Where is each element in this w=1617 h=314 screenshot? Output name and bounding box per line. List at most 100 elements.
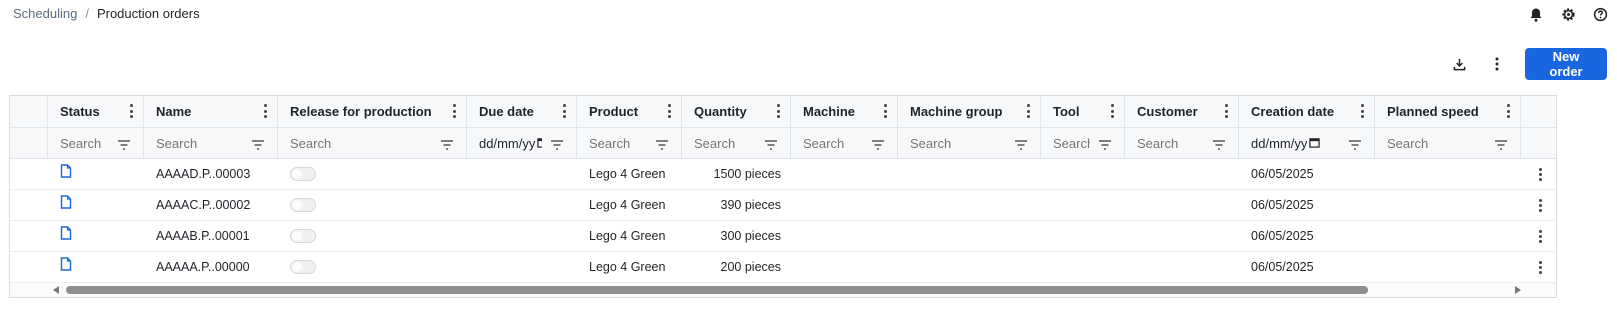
cell-customer — [1125, 159, 1239, 189]
cell-planned-speed — [1375, 159, 1521, 189]
table-row[interactable]: AAAAD.P..00003 Lego 4 Green 1500 pieces 06/… — [10, 159, 1556, 190]
cell-quantity: 1500 pieces — [682, 159, 791, 189]
horizontal-scrollbar[interactable] — [10, 283, 1556, 297]
filter-input-name[interactable] — [156, 135, 243, 151]
more-options-icon[interactable] — [1487, 54, 1507, 74]
filter-icon[interactable] — [117, 138, 131, 150]
filter-input-release-for-production[interactable] — [290, 135, 432, 151]
date-filter-due-date[interactable]: dd/mm/yy — [479, 136, 542, 151]
column-header-creation-date[interactable]: Creation date — [1239, 96, 1375, 127]
row-menu-icon[interactable] — [1522, 159, 1556, 189]
column-menu-icon[interactable] — [1026, 104, 1030, 118]
column-menu-icon[interactable] — [1110, 104, 1114, 118]
filter-icon[interactable] — [764, 138, 778, 150]
gear-icon[interactable] — [1559, 5, 1577, 23]
document-icon[interactable] — [60, 257, 72, 274]
release-toggle[interactable] — [290, 198, 316, 212]
column-header-release-for-production[interactable]: Release for production — [278, 96, 467, 127]
cell-planned-speed — [1375, 221, 1521, 251]
filter-input-status[interactable] — [60, 135, 109, 151]
cell-text: Lego 4 Green — [589, 198, 666, 212]
scroll-left-arrow-icon[interactable] — [53, 286, 59, 294]
column-header-machine-group[interactable]: Machine group — [898, 96, 1041, 127]
filter-input-planned-speed[interactable] — [1387, 135, 1486, 151]
breadcrumb-scheduling-link[interactable]: Scheduling — [13, 6, 77, 21]
cell-text: Lego 4 Green — [589, 260, 666, 274]
row-menu-icon[interactable] — [1522, 221, 1556, 251]
column-header-label: Machine — [803, 104, 856, 119]
calendar-icon[interactable] — [537, 136, 542, 151]
date-filter-creation-date[interactable]: dd/mm/yy — [1251, 136, 1340, 151]
help-icon[interactable] — [1591, 5, 1609, 23]
filter-icon[interactable] — [550, 138, 564, 150]
new-order-button[interactable]: New order — [1525, 48, 1607, 80]
cell-product: Lego 4 Green — [577, 159, 682, 189]
filter-input-machine[interactable] — [803, 135, 863, 151]
column-header-planned-speed[interactable]: Planned speed — [1375, 96, 1521, 127]
cell-name: AAAAB.P..00001 — [144, 221, 278, 251]
bell-icon[interactable] — [1527, 5, 1545, 23]
release-toggle[interactable] — [290, 229, 316, 243]
column-menu-icon[interactable] — [263, 104, 267, 118]
filter-input-quantity[interactable] — [694, 135, 756, 151]
column-header-label: Status — [60, 104, 100, 119]
column-menu-icon[interactable] — [562, 104, 566, 118]
filter-input-customer[interactable] — [1137, 135, 1204, 151]
column-header-label: Release for production — [290, 104, 432, 119]
download-icon[interactable] — [1449, 54, 1469, 74]
column-menu-icon[interactable] — [883, 104, 887, 118]
row-select-cell — [10, 190, 48, 220]
cell-product: Lego 4 Green — [577, 221, 682, 251]
filter-icon[interactable] — [1014, 138, 1028, 150]
filter-input-product[interactable] — [589, 135, 647, 151]
column-header-due-date[interactable]: Due date — [467, 96, 577, 127]
document-icon[interactable] — [60, 195, 72, 212]
table-row[interactable]: AAAAB.P..00001 Lego 4 Green 300 pieces 06/0… — [10, 221, 1556, 252]
column-menu-icon[interactable] — [129, 104, 133, 118]
cell-machine-group — [898, 221, 1041, 251]
filter-input-machine-group[interactable] — [910, 135, 1006, 151]
document-icon[interactable] — [60, 164, 72, 181]
document-icon[interactable] — [60, 226, 72, 243]
date-filter-placeholder: dd/mm/yy — [479, 135, 536, 151]
calendar-icon[interactable] — [1309, 136, 1321, 151]
column-header-status[interactable]: Status — [48, 96, 144, 127]
column-menu-icon[interactable] — [1506, 104, 1510, 118]
release-toggle[interactable] — [290, 167, 316, 181]
filter-input-tool[interactable] — [1053, 135, 1090, 151]
filter-icon[interactable] — [1494, 138, 1508, 150]
breadcrumb: Scheduling / Production orders — [13, 6, 200, 21]
column-menu-icon[interactable] — [452, 104, 456, 118]
scroll-right-arrow-icon[interactable] — [1515, 286, 1521, 294]
filter-icon[interactable] — [871, 138, 885, 150]
release-toggle[interactable] — [290, 260, 316, 274]
cell-customer — [1125, 252, 1239, 282]
filter-icon[interactable] — [251, 138, 265, 150]
cell-creation-date: 06/05/2025 — [1239, 252, 1375, 282]
row-menu-icon[interactable] — [1522, 190, 1556, 220]
column-header-machine[interactable]: Machine — [791, 96, 898, 127]
column-menu-icon[interactable] — [776, 104, 780, 118]
column-menu-icon[interactable] — [1360, 104, 1364, 118]
filter-icon[interactable] — [1098, 138, 1112, 150]
cell-machine — [791, 190, 898, 220]
column-menu-icon[interactable] — [1224, 104, 1228, 118]
row-menu-icon[interactable] — [1522, 252, 1556, 282]
column-header-customer[interactable]: Customer — [1125, 96, 1239, 127]
column-header-product[interactable]: Product — [577, 96, 682, 127]
table-row[interactable]: AAAAC.P..00002 Lego 4 Green 390 pieces 06/0… — [10, 190, 1556, 221]
column-header-quantity[interactable]: Quantity — [682, 96, 791, 127]
column-header-name[interactable]: Name — [144, 96, 278, 127]
cell-creation-date: 06/05/2025 — [1239, 159, 1375, 189]
scrollbar-thumb[interactable] — [66, 286, 1368, 294]
column-header-label: Machine group — [910, 104, 1003, 119]
column-header-tool[interactable]: Tool — [1041, 96, 1125, 127]
filter-icon[interactable] — [1348, 138, 1362, 150]
filter-icon[interactable] — [440, 138, 454, 150]
filter-icon[interactable] — [1212, 138, 1226, 150]
cell-name: AAAAA.P..00000 — [144, 252, 278, 282]
column-menu-icon[interactable] — [667, 104, 671, 118]
table-row[interactable]: AAAAA.P..00000 Lego 4 Green 200 pieces 06/0… — [10, 252, 1556, 283]
filter-icon[interactable] — [655, 138, 669, 150]
row-select-cell — [10, 159, 48, 189]
